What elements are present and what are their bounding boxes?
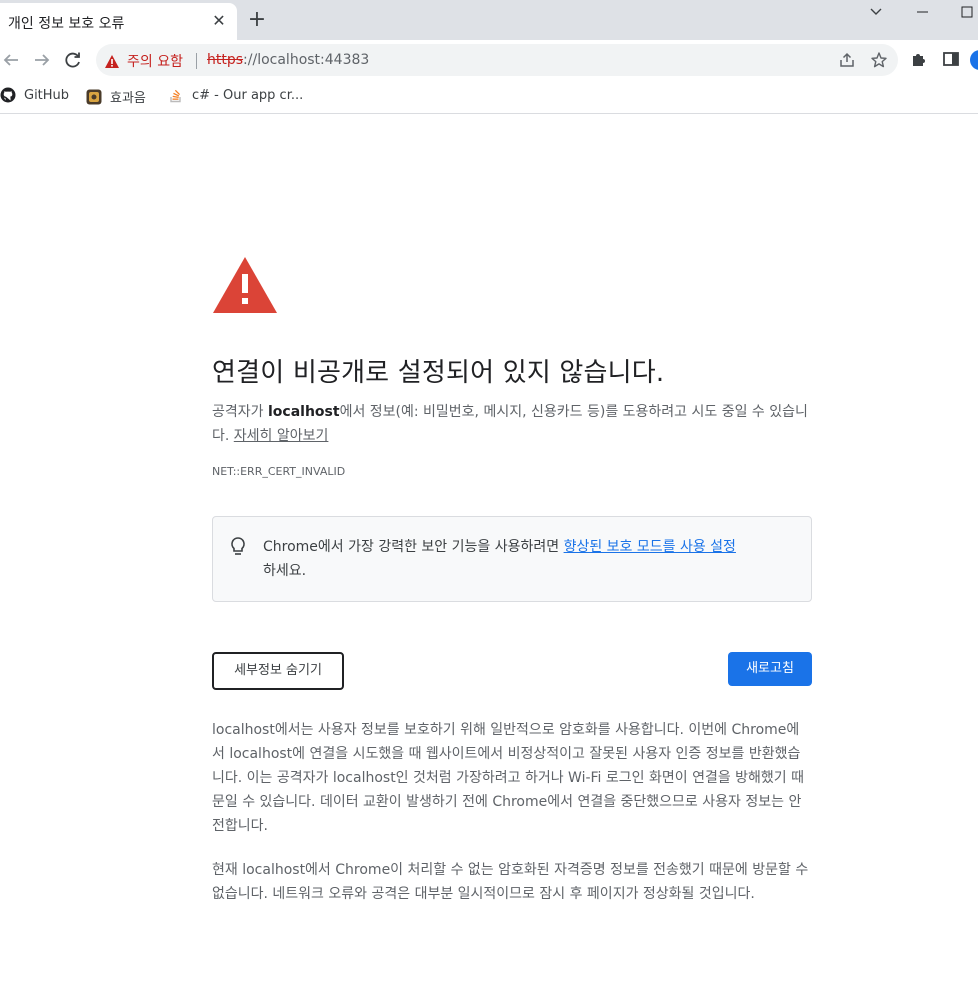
promo-text-pre: Chrome에서 가장 강력한 보안 기능을 사용하려면 [263,539,564,555]
error-code: NET::ERR_CERT_INVALID [212,465,346,478]
bookmark-sound-effects[interactable]: 효과음 [86,87,146,106]
bookmark-label: 효과음 [110,91,146,106]
sound-effects-icon [86,89,102,105]
bookmark-label: GitHub [24,87,70,103]
tab-privacy-error[interactable]: 개인 정보 보호 오류 ✕ [0,3,237,40]
side-panel-icon[interactable] [942,50,960,68]
bookmark-stackoverflow[interactable]: c# - Our app cr... [168,87,303,103]
tab-strip: 개인 정보 보호 오류 ✕ + [0,0,978,40]
address-bar[interactable]: 주의 요함 https://localhost:44383 [96,44,898,76]
bookmarks-bar: GitHub 효과음 c# - Our app cr... [0,80,978,114]
message-text: 공격자가 [212,404,268,420]
url-host: ://localhost:44383 [243,52,370,68]
back-arrow-icon[interactable] [0,48,24,72]
reload-icon[interactable] [61,48,85,72]
forward-arrow-icon[interactable] [29,48,53,72]
maximize-icon[interactable] [956,2,978,22]
page-title: 연결이 비공개로 설정되어 있지 않습니다. [212,358,665,388]
lightbulb-icon [229,536,247,558]
learn-more-link[interactable]: 자세히 알아보기 [234,428,329,444]
main-message: 공격자가 localhost에서 정보(예: 비밀번호, 메시지, 신용카드 등… [212,400,812,448]
minimize-icon[interactable] [912,2,934,22]
bookmark-github[interactable]: GitHub [0,87,69,103]
stackoverflow-icon [168,87,184,103]
enhanced-protection-link[interactable]: 향상된 보호 모드를 사용 설정 [564,539,736,555]
close-tab-icon[interactable]: ✕ [210,12,228,30]
security-chip[interactable]: 주의 요함 [104,51,197,71]
promo-text: Chrome에서 가장 강력한 보안 기능을 사용하려면 향상된 보호 모드를 … [263,535,803,583]
bookmark-label: c# - Our app cr... [192,87,304,103]
details-paragraph: localhost에서는 사용자 정보를 보호하기 위해 일반적으로 암호화를 … [212,722,805,834]
url-text[interactable]: https://localhost:44383 [207,52,369,68]
details-paragraph: 현재 localhost에서 Chrome이 처리할 수 없는 암호화된 자격증… [212,862,809,902]
url-scheme: https [207,52,244,68]
reload-button[interactable]: 새로고침 [728,652,812,686]
warning-triangle-icon [212,256,278,314]
enhanced-protection-promo: Chrome에서 가장 강력한 보안 기능을 사용하려면 향상된 보호 모드를 … [212,516,812,602]
bookmark-star-icon[interactable] [870,51,888,69]
hide-details-button[interactable]: 세부정보 숨기기 [212,652,344,690]
toolbar: 주의 요함 https://localhost:44383 [0,40,978,80]
security-label: 주의 요함 [127,54,183,70]
promo-text-post: 하세요. [263,563,307,579]
tab-search-chevron-icon[interactable] [865,2,887,22]
profile-avatar[interactable] [970,50,978,70]
omnibox-divider [195,53,197,69]
tab-title: 개인 정보 보호 오류 [8,16,125,32]
github-icon [0,87,16,103]
share-icon[interactable] [838,51,856,69]
details-section: localhost에서는 사용자 정보를 보호하기 위해 일반적으로 암호화를 … [212,718,812,926]
new-tab-button[interactable]: + [247,9,267,31]
message-host: localhost [267,404,340,420]
warning-triangle-icon [105,54,119,68]
extensions-puzzle-icon[interactable] [910,50,928,68]
